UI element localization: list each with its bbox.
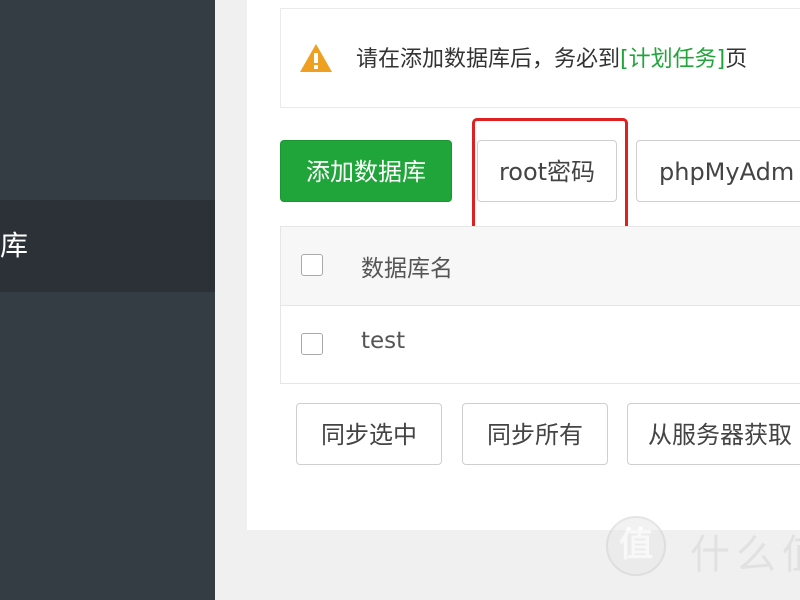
sync-all-button[interactable]: 同步所有 [462,403,608,465]
notice-bar: 请在添加数据库后，务必到[计划任务]页 [280,8,800,108]
watermark-text: 什么值 [690,532,800,578]
select-all-checkbox[interactable] [301,254,323,276]
database-name-cell: test [361,328,406,354]
row-checkbox[interactable] [301,333,323,355]
root-password-button[interactable]: root密码 [477,140,617,202]
database-table: 数据库名 test [280,226,800,384]
schedule-task-link[interactable]: [计划任务] [620,47,725,72]
sidebar-item-ftp[interactable]: p [0,104,215,196]
sidebar-item-monitor[interactable]: 控 [0,296,215,388]
notice-text: 请在添加数据库后，务必到[计划任务]页 [356,41,747,73]
fetch-from-server-button[interactable]: 从服务器获取 [627,403,800,465]
warning-icon [300,44,332,72]
sidebar-item-database[interactable]: 据库 [0,200,215,292]
phpmyadmin-button[interactable]: phpMyAdm [636,140,800,202]
sync-selected-button[interactable]: 同步选中 [296,403,442,465]
notice-text-before: 请在添加数据库后，务必到 [356,47,621,72]
table-row: test [281,306,800,383]
add-database-button[interactable]: 添加数据库 [280,140,452,202]
table-header-row: 数据库名 [281,227,800,306]
sidebar-item-files[interactable]: 件 [0,484,215,576]
column-header-database-name: 数据库名 [361,256,453,282]
sidebar-item-label: 据库 [0,229,29,262]
sidebar-item-site[interactable]: 站 [0,12,215,104]
sidebar-item-security[interactable]: 全 [0,390,215,482]
notice-text-after: 页 [725,47,748,72]
sidebar: 站 p 据库 控 全 件 [0,0,215,600]
